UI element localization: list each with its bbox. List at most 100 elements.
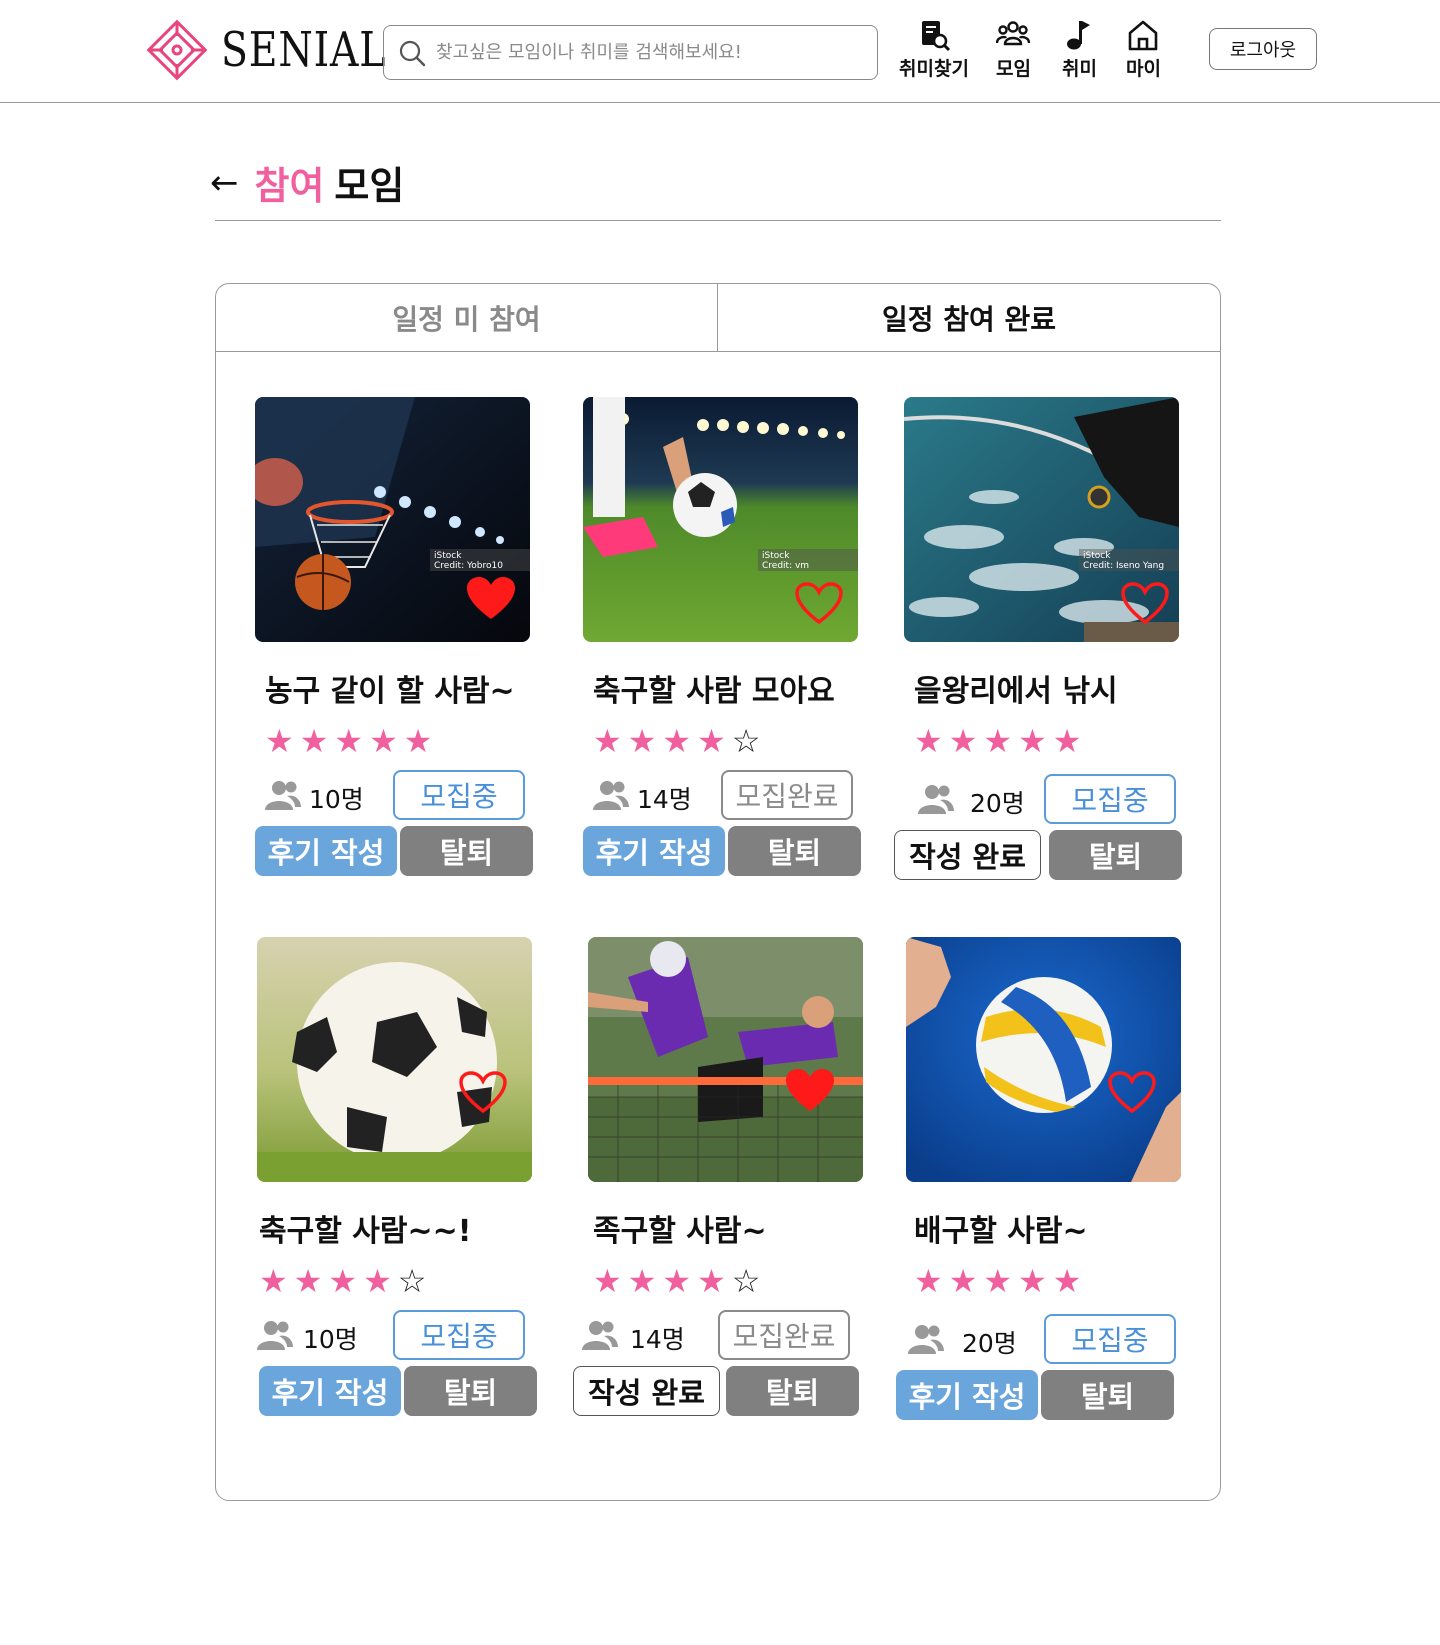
nav-label: 취미찾기 bbox=[899, 58, 969, 80]
stock-credit: iStock Credit: Iseno Yang bbox=[1079, 549, 1179, 571]
leave-button[interactable]: 탈퇴 bbox=[726, 1366, 859, 1416]
meeting-meta: 20명 모집중 bbox=[906, 1314, 1196, 1366]
write-review-button[interactable]: 후기 작성 bbox=[259, 1366, 401, 1416]
meeting-title[interactable]: 을왕리에서 낚시 bbox=[914, 666, 1194, 710]
card-actions: 후기 작성 탈퇴 bbox=[896, 1370, 1196, 1420]
member-count: 14명 bbox=[637, 785, 692, 814]
back-arrow-icon[interactable]: ← bbox=[210, 163, 239, 203]
brand-logo-icon bbox=[146, 19, 208, 81]
empty-stars: ☆ bbox=[731, 722, 767, 760]
card-actions: 후기 작성 탈퇴 bbox=[257, 1366, 547, 1416]
meeting-title[interactable]: 축구할 사람 모아요 bbox=[593, 666, 873, 710]
music-note-icon bbox=[1067, 21, 1091, 50]
meeting-photo[interactable]: iStock Credit: Iseno Yang bbox=[904, 397, 1179, 642]
meeting-card[interactable]: 배구할 사람~ ★★★★★ 20명 모집중 후기 작성 탈퇴 bbox=[896, 937, 1196, 1420]
review-done-button[interactable]: 작성 완료 bbox=[894, 830, 1041, 880]
filled-stars: ★★★★★ bbox=[914, 722, 1088, 760]
meeting-card[interactable]: 축구할 사람~~! ★★★★☆ 10명 모집중 후기 작성 탈퇴 bbox=[257, 937, 547, 1416]
meeting-card[interactable]: 족구할 사람~ ★★★★☆ 14명 모집완료 작성 완료 탈퇴 bbox=[573, 937, 878, 1416]
search-icon bbox=[399, 40, 426, 66]
title-divider bbox=[215, 220, 1221, 221]
meeting-meta: 20명 모집중 bbox=[904, 774, 1194, 826]
meeting-card[interactable]: iStock Credit: Yobro10 농구 같이 할 사람~ ★★★★★ … bbox=[255, 397, 545, 876]
recruit-status-badge: 모집중 bbox=[1044, 1314, 1176, 1364]
meeting-title[interactable]: 배구할 사람~ bbox=[914, 1206, 1196, 1250]
tab-not-attended[interactable]: 일정 미 참여 bbox=[216, 284, 718, 351]
meeting-title[interactable]: 족구할 사람~ bbox=[593, 1206, 878, 1250]
leave-button[interactable]: 탈퇴 bbox=[404, 1366, 537, 1416]
heart-outline-icon[interactable] bbox=[457, 1069, 509, 1115]
members-icon bbox=[593, 781, 629, 810]
brand-logo[interactable]: SENIAL bbox=[143, 16, 422, 84]
heart-icon[interactable] bbox=[784, 1067, 836, 1113]
meeting-card[interactable]: iStock Credit: Iseno Yang 을왕리에서 낚시 ★★★★★ … bbox=[894, 397, 1194, 880]
recruit-status-badge: 모집중 bbox=[393, 1310, 525, 1360]
leave-button[interactable]: 탈퇴 bbox=[400, 826, 533, 876]
meeting-photo[interactable]: iStock Credit: vm bbox=[583, 397, 858, 642]
member-count: 10명 bbox=[309, 785, 364, 814]
members-icon bbox=[265, 781, 301, 810]
leave-button[interactable]: 탈퇴 bbox=[1049, 830, 1182, 880]
recruit-status-badge: 모집완료 bbox=[721, 770, 853, 820]
member-count: 20명 bbox=[970, 789, 1025, 818]
card-actions: 후기 작성 탈퇴 bbox=[255, 826, 545, 876]
nav-label: 취미 bbox=[1062, 58, 1097, 80]
search-input[interactable] bbox=[436, 42, 856, 63]
meeting-photo[interactable]: iStock Credit: Yobro10 bbox=[255, 397, 530, 642]
logout-button[interactable]: 로그아웃 bbox=[1209, 28, 1317, 70]
filled-stars: ★★★★★ bbox=[265, 722, 439, 760]
rating-stars: ★★★★☆ bbox=[593, 1262, 878, 1300]
meeting-meta: 10명 모집중 bbox=[255, 770, 545, 822]
tab-bar: 일정 미 참여 일정 참여 완료 bbox=[216, 284, 1220, 352]
filled-stars: ★★★★ bbox=[593, 722, 732, 760]
heart-outline-icon[interactable] bbox=[1106, 1069, 1158, 1115]
members-icon bbox=[257, 1321, 293, 1350]
recruit-status-badge: 모집중 bbox=[1044, 774, 1176, 824]
jokgu-kick-image bbox=[588, 937, 863, 1182]
nav-label: 모임 bbox=[996, 58, 1031, 80]
meeting-meta: 14명 모집완료 bbox=[583, 770, 873, 822]
rating-stars: ★★★★★ bbox=[914, 1262, 1196, 1300]
heart-outline-icon[interactable] bbox=[793, 580, 845, 626]
recruit-status-badge: 모집중 bbox=[393, 770, 525, 820]
leave-button[interactable]: 탈퇴 bbox=[1041, 1370, 1174, 1420]
heart-icon[interactable] bbox=[465, 575, 517, 621]
stock-credit: iStock Credit: Yobro10 bbox=[430, 549, 530, 571]
nav-hobby[interactable]: 취미 bbox=[1062, 18, 1097, 81]
heart-outline-icon[interactable] bbox=[1119, 580, 1171, 626]
card-actions: 후기 작성 탈퇴 bbox=[583, 826, 873, 876]
rating-stars: ★★★★☆ bbox=[259, 1262, 547, 1300]
empty-stars: ☆ bbox=[397, 1262, 433, 1300]
member-count: 20명 bbox=[962, 1329, 1017, 1358]
home-icon bbox=[1129, 20, 1158, 51]
meeting-title[interactable]: 농구 같이 할 사람~ bbox=[265, 666, 545, 710]
meeting-photo[interactable] bbox=[257, 937, 532, 1182]
meeting-title[interactable]: 축구할 사람~~! bbox=[259, 1206, 547, 1250]
member-count: 10명 bbox=[303, 1325, 358, 1354]
review-done-button[interactable]: 작성 완료 bbox=[573, 1366, 720, 1416]
members-icon bbox=[582, 1321, 618, 1350]
rating-stars: ★★★★☆ bbox=[593, 722, 873, 760]
write-review-button[interactable]: 후기 작성 bbox=[583, 826, 725, 876]
meeting-meta: 14명 모집완료 bbox=[582, 1310, 878, 1362]
tab-attended[interactable]: 일정 참여 완료 bbox=[718, 284, 1220, 351]
filled-stars: ★★★★ bbox=[593, 1262, 732, 1300]
write-review-button[interactable]: 후기 작성 bbox=[896, 1370, 1038, 1420]
nav-label: 마이 bbox=[1126, 58, 1161, 80]
leave-button[interactable]: 탈퇴 bbox=[728, 826, 861, 876]
search-bar[interactable] bbox=[383, 25, 878, 80]
filled-stars: ★★★★★ bbox=[914, 1262, 1088, 1300]
nav-hobby-search[interactable]: 취미찾기 bbox=[899, 18, 969, 81]
brand-name: SENIAL bbox=[221, 22, 387, 78]
nav-groups[interactable]: 모임 bbox=[996, 18, 1031, 81]
top-header: SENIAL 취미찾기 모임 bbox=[0, 0, 1440, 103]
stock-credit: iStock Credit: vm bbox=[758, 549, 858, 571]
meeting-photo[interactable] bbox=[588, 937, 863, 1182]
rating-stars: ★★★★★ bbox=[914, 722, 1194, 760]
members-icon bbox=[918, 785, 954, 814]
nav-my[interactable]: 마이 bbox=[1126, 18, 1161, 81]
write-review-button[interactable]: 후기 작성 bbox=[255, 826, 397, 876]
meeting-photo[interactable] bbox=[906, 937, 1181, 1182]
meeting-card[interactable]: iStock Credit: vm 축구할 사람 모아요 ★★★★☆ 14명 모집… bbox=[583, 397, 873, 876]
page-title-main: 모임 bbox=[334, 164, 405, 208]
